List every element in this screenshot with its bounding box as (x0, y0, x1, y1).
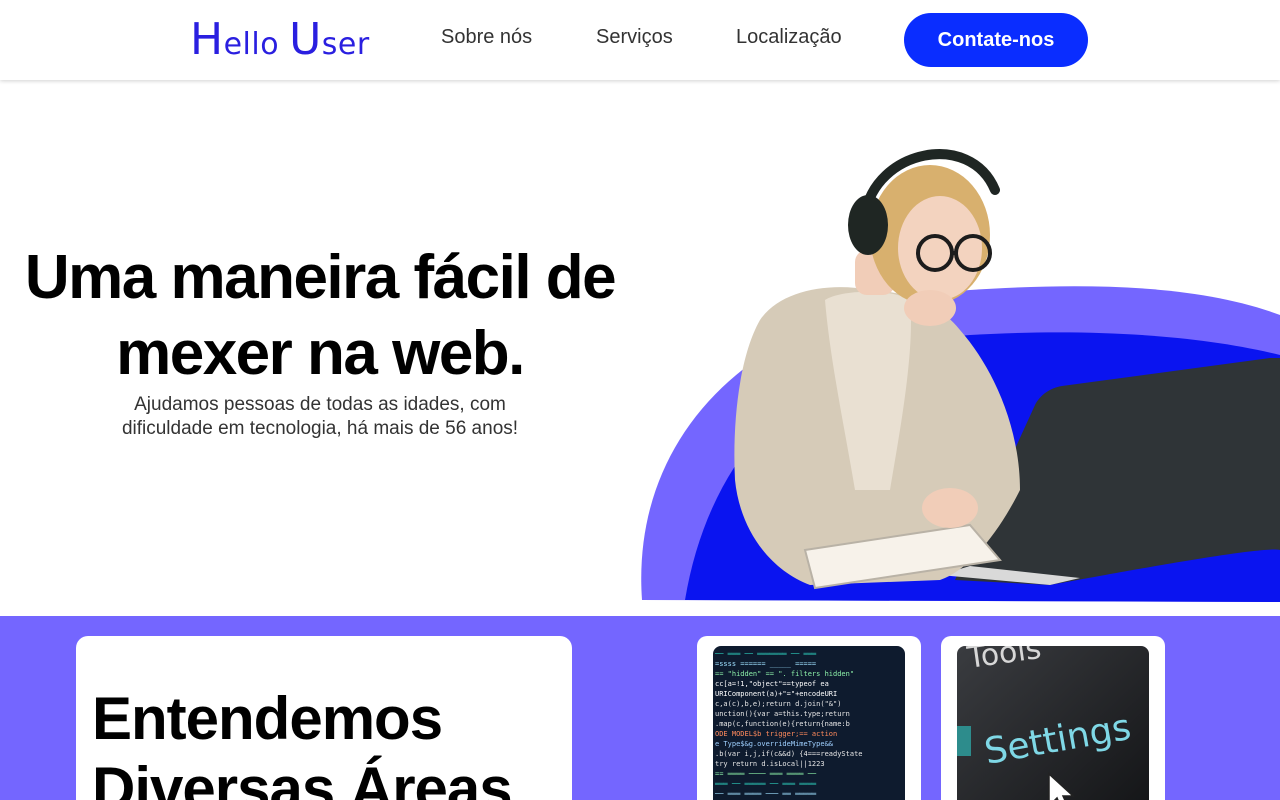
code-image-card[interactable]: ── ═══ ── ═══════ ── ═══ =ssss ====== __… (697, 636, 921, 800)
svg-text:.b(var i,j,if(c&&d) {4===ready: .b(var i,j,if(c&&d) {4===readyState (715, 750, 863, 758)
nav-link-servicos[interactable]: Serviços (596, 26, 673, 49)
nav-link-localizacao[interactable]: Localização (736, 26, 842, 49)
svg-text:=ssss ====== _____ =====: =ssss ====== _____ ===== (715, 660, 816, 668)
svg-text:c,a(c),b,e);return d.join("&"): c,a(c),b,e);return d.join("&") (715, 700, 841, 708)
hero-subtitle: Ajudamos pessoas de todas as idades, com… (90, 393, 550, 441)
svg-text:== "hidden" == ". filters hidd: == "hidden" == ". filters hidden" (715, 670, 854, 678)
svg-text:== ════ ──── ═══ ════ ──: == ════ ──── ═══ ════ ── (715, 770, 817, 778)
areas-title-line-1: Entendemos (92, 685, 443, 752)
logo-letter-u: U (289, 14, 322, 65)
hero-title: Uma maneira fácil de mexer na web. (0, 240, 640, 392)
svg-text:URIComponent(a)+"="+encodeURI: URIComponent(a)+"="+encodeURI (715, 690, 837, 698)
areas-title: Entendemos Diversas Áreas (92, 684, 562, 800)
logo-letter-h: H (190, 14, 224, 65)
svg-text:── ═══ ════ ─── ══ ═════: ── ═══ ════ ─── ══ ═════ (714, 790, 817, 798)
svg-text:── ═══ ── ═══════ ── ═══: ── ═══ ── ═══════ ── ═══ (714, 650, 817, 658)
svg-text:e Type$&g.overrideMimeType&&: e Type$&g.overrideMimeType&& (715, 740, 834, 748)
contact-button[interactable]: Contate-nos (904, 13, 1088, 67)
svg-text:try return d.isLocal||1223: try return d.isLocal||1223 (715, 760, 825, 768)
areas-card: Entendemos Diversas Áreas (76, 636, 572, 800)
svg-text:cc[a=!1,"object"==typeof ea: cc[a=!1,"object"==typeof ea (715, 680, 829, 688)
svg-text:.map(c,function(e){return{name: .map(c,function(e){return{name:b (715, 720, 850, 728)
svg-text:ODE MODEL$b trigger;== action: ODE MODEL$b trigger;== action (715, 730, 837, 738)
woman-with-laptop-illustration (641, 149, 1280, 602)
settings-screen-image: Tools Settings (957, 646, 1149, 800)
areas-title-line-2: Diversas Áreas (92, 755, 513, 800)
face (898, 196, 982, 300)
logo-word-ser: ser (321, 27, 370, 62)
hero-subtitle-line-1: Ajudamos pessoas de todas as idades, com (134, 394, 506, 415)
hero-title-line-2: mexer na web. (116, 319, 525, 388)
hero-subtitle-line-2: dificuldade em tecnologia, há mais de 56… (121, 418, 519, 439)
hero-title-line-1: Uma maneira fácil de (24, 243, 617, 312)
nav-link-sobre-nos[interactable]: Sobre nós (441, 26, 532, 49)
top-navbar: H ello U ser Sobre nós Serviços Localiza… (0, 0, 1280, 80)
code-screen-image: ── ═══ ── ═══════ ── ═══ =ssss ====== __… (713, 646, 905, 800)
svg-text:unction(){var a=this.type;retu: unction(){var a=this.type;return (715, 710, 850, 718)
logo-word-ello: ello (223, 27, 280, 62)
settings-image-card[interactable]: Tools Settings (941, 636, 1165, 800)
svg-text:═══ ── ═════ ── ═══ ════: ═══ ── ═════ ── ═══ ════ (714, 780, 817, 788)
logo[interactable]: H ello U ser (190, 12, 370, 68)
